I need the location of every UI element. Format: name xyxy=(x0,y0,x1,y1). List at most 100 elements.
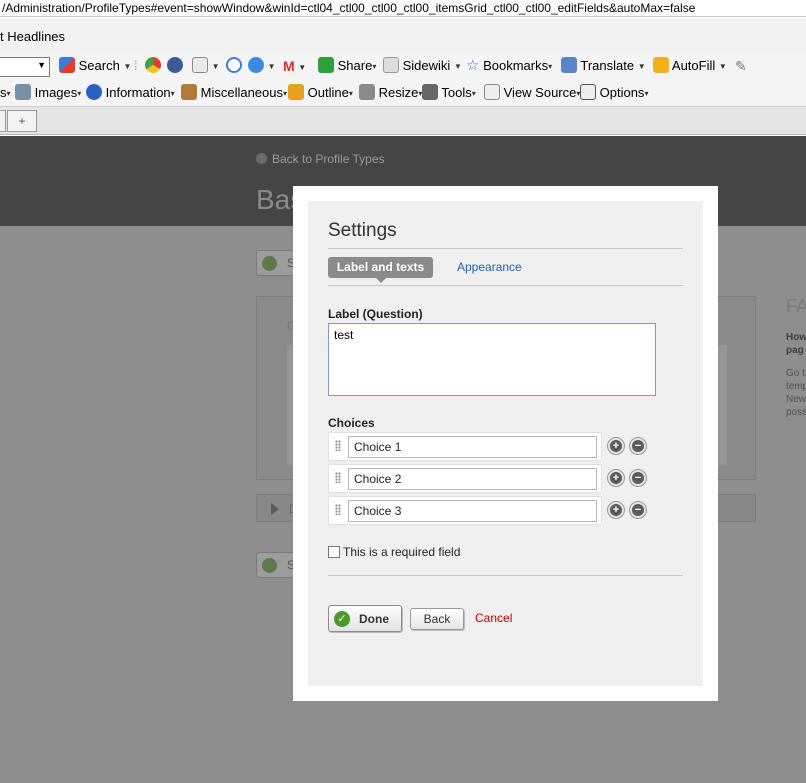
information-menu[interactable]: Information▾ xyxy=(86,80,175,107)
options-icon xyxy=(580,84,596,100)
pencil-icon xyxy=(653,57,669,73)
faq-title: FA xyxy=(786,296,806,316)
label-question-textarea[interactable]: test xyxy=(328,323,656,396)
resize-menu[interactable]: Resize▾ xyxy=(359,80,422,107)
tab-appearance[interactable]: Appearance xyxy=(457,260,522,274)
add-choice-button[interactable]: + xyxy=(607,469,625,487)
sidewiki-label: Sidewiki xyxy=(402,58,451,73)
information-label: Information xyxy=(105,85,171,100)
view-source-menu[interactable]: View Source▾ xyxy=(484,80,580,107)
speech-bubble-icon xyxy=(383,57,399,73)
add-choice-button[interactable]: + xyxy=(607,437,625,455)
tools-label: Tools xyxy=(441,85,472,100)
label-question-heading: Label (Question) xyxy=(328,307,423,321)
drag-handle-icon[interactable] xyxy=(335,440,341,451)
remove-choice-button[interactable]: − xyxy=(629,501,647,519)
share-label: Share xyxy=(337,58,373,73)
calendar-icon[interactable]: ▼ xyxy=(192,54,220,80)
tools-menu[interactable]: Tools▾ xyxy=(422,80,476,107)
search-label: Search xyxy=(78,58,120,73)
url-text: /Administration/ProfileTypes#event=showW… xyxy=(2,1,696,15)
sidewiki-button[interactable]: Sidewiki ▼ xyxy=(383,54,462,80)
choice-row xyxy=(328,464,602,493)
back-to-profile-types-link[interactable]: Back to Profile Types xyxy=(256,152,385,166)
translate-button[interactable]: Translate ▼ xyxy=(561,54,646,80)
highlighter-icon[interactable]: ✎ xyxy=(735,54,747,80)
autofill-label: AutoFill xyxy=(671,58,716,73)
chevron-down-icon[interactable]: ▼ xyxy=(123,62,131,71)
css-menu[interactable]: s▾ xyxy=(0,80,11,107)
faq-answer-line: poss xyxy=(786,407,806,418)
faq-question-line: How xyxy=(786,332,806,343)
required-label: This is a required field xyxy=(343,545,461,559)
divider xyxy=(328,248,683,249)
images-label: Images xyxy=(34,85,78,100)
back-link-label: Back to Profile Types xyxy=(272,152,385,166)
choice-row xyxy=(328,432,602,461)
required-field-option[interactable]: This is a required field xyxy=(328,545,460,559)
address-bar[interactable]: /Administration/ProfileTypes#event=showW… xyxy=(0,0,806,17)
chrome-icon[interactable] xyxy=(145,54,161,80)
faq-answer-line: New xyxy=(786,394,806,405)
required-checkbox[interactable] xyxy=(328,546,340,558)
plus-icon: + xyxy=(610,472,622,484)
images-icon xyxy=(15,84,31,100)
new-tab-button[interactable]: + xyxy=(7,110,37,132)
remove-choice-button[interactable]: − xyxy=(629,437,647,455)
cancel-link[interactable]: Cancel xyxy=(475,611,512,625)
images-menu[interactable]: Images▾ xyxy=(15,80,81,107)
tools-icon xyxy=(422,84,438,100)
bookmarks-label: Bookmarks xyxy=(483,58,549,73)
drag-handle-icon[interactable] xyxy=(335,504,341,515)
drag-handle-icon[interactable] xyxy=(335,472,341,483)
headlines-label[interactable]: t Headlines xyxy=(0,29,65,44)
faq-question-line: pag xyxy=(786,345,804,356)
toolbar-row-2: s▾ Images▾ Information▾ Miscellaneous▾ O… xyxy=(0,80,806,107)
choice-input[interactable] xyxy=(348,500,597,522)
options-menu[interactable]: Options▾ xyxy=(580,80,648,107)
bookmarks-button[interactable]: ☆ Bookmarks▾ xyxy=(466,54,552,80)
back-button[interactable]: Back xyxy=(410,608,464,630)
puzzle-icon[interactable]: ▼ xyxy=(248,54,276,80)
divider xyxy=(328,285,683,286)
faq-answer: Go t temp New poss xyxy=(786,367,806,419)
choice-input[interactable] xyxy=(348,436,597,458)
globe-icon[interactable] xyxy=(167,54,183,80)
autofill-button[interactable]: AutoFill ▼ xyxy=(653,54,727,80)
minus-icon: − xyxy=(632,440,644,452)
resize-label: Resize xyxy=(378,85,419,100)
outline-menu[interactable]: Outline▾ xyxy=(288,80,353,107)
google-icon xyxy=(59,57,75,73)
done-button[interactable]: ✓ Done xyxy=(328,605,402,632)
done-label: Done xyxy=(359,612,389,626)
document-icon xyxy=(484,84,500,100)
search-button[interactable]: Search ▼ xyxy=(59,54,131,80)
tab-current[interactable] xyxy=(0,110,6,132)
remove-choice-button[interactable]: − xyxy=(629,469,647,487)
miscellaneous-menu[interactable]: Miscellaneous▾ xyxy=(181,80,287,107)
toolbar-search-box[interactable]: ▼ xyxy=(0,57,50,77)
toolbar-row-1: ▼ Search ▼ ⁞ ▼ ▼ M ▼ Share▾ Sidewiki ▼ ☆… xyxy=(0,54,806,80)
check-icon xyxy=(262,558,277,573)
view-source-label: View Source xyxy=(503,85,577,100)
arrow-left-icon xyxy=(256,153,267,164)
tab-strip: + xyxy=(0,107,806,135)
choice-input[interactable] xyxy=(348,468,597,490)
settings-dialog-frame: Settings Label and texts Appearance Labe… xyxy=(293,186,718,701)
tab-label-and-texts[interactable]: Label and texts xyxy=(328,257,433,283)
check-icon xyxy=(262,256,277,271)
share-icon xyxy=(318,57,334,73)
translate-icon xyxy=(561,57,577,73)
faq-answer-line: Go t xyxy=(786,368,805,379)
share-button[interactable]: Share▾ xyxy=(318,54,376,80)
add-choice-button[interactable]: + xyxy=(607,501,625,519)
chevron-down-icon[interactable]: ▼ xyxy=(37,60,46,70)
choice-row xyxy=(328,496,602,525)
gmail-icon[interactable]: M ▼ xyxy=(283,54,306,80)
minus-icon: − xyxy=(632,472,644,484)
clock-icon[interactable] xyxy=(226,54,242,80)
check-icon: ✓ xyxy=(334,611,350,627)
minus-icon: − xyxy=(632,504,644,516)
resize-icon xyxy=(359,84,375,100)
separator-grip-icon: ⁞ xyxy=(134,58,138,73)
